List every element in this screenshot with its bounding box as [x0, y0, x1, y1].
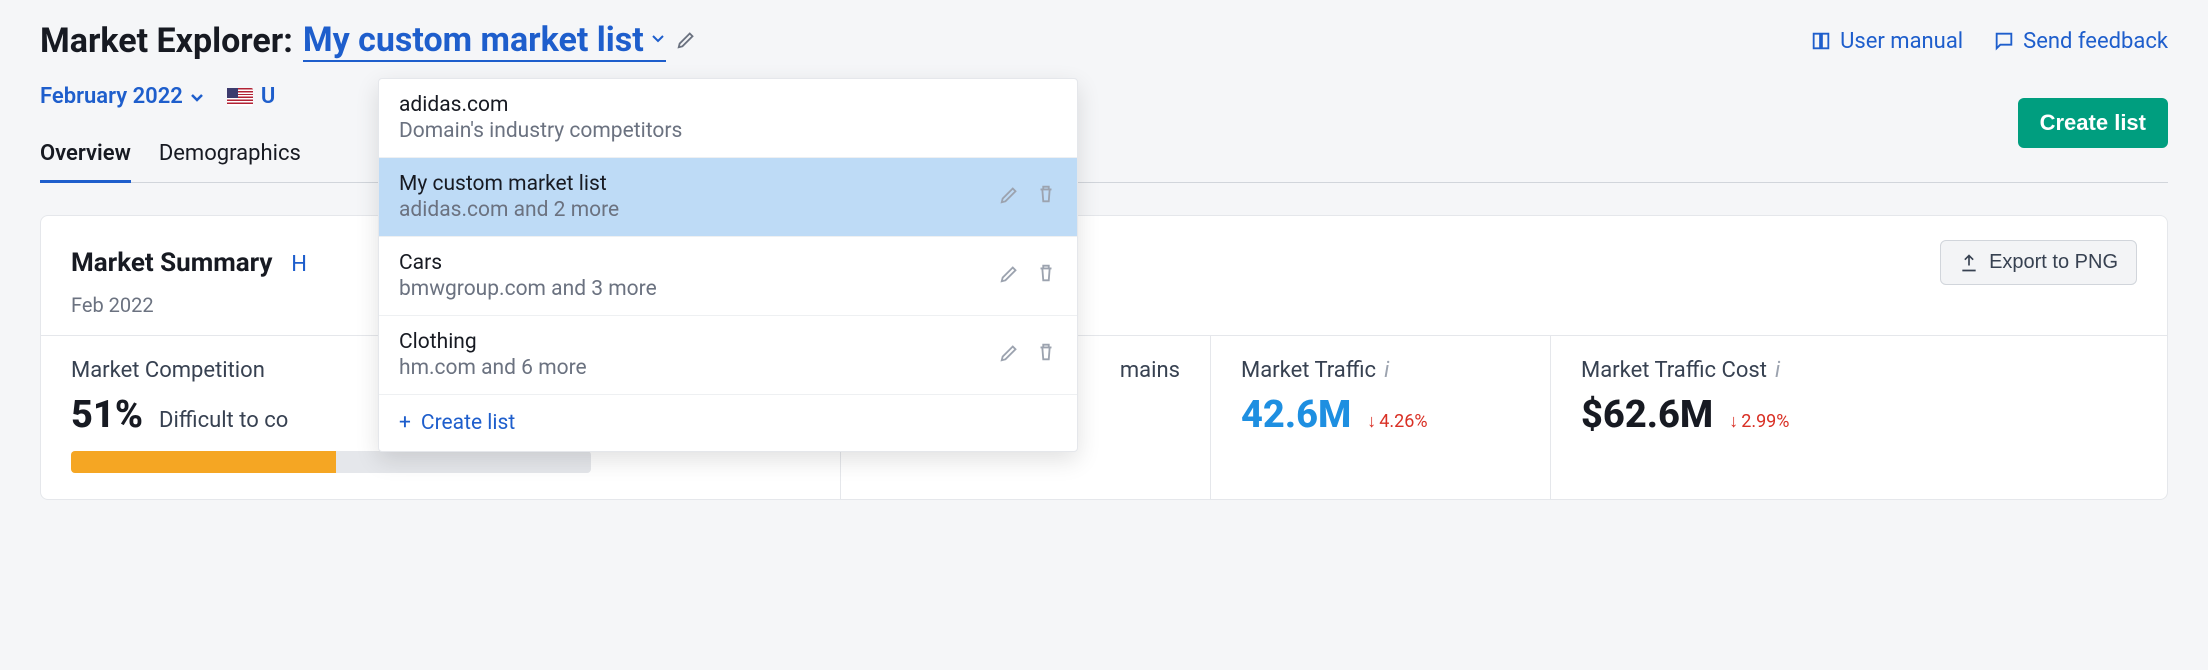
- metric-traffic-delta: ↓ 4.26%: [1367, 411, 1427, 432]
- page-header: Market Explorer: My custom market list U…: [40, 20, 2168, 62]
- metric-traffic-cost-label: Market Traffic Cost: [1581, 358, 1767, 383]
- chevron-down-icon: [650, 30, 666, 51]
- dropdown-item-sub: bmwgroup.com and 3 more: [399, 277, 999, 301]
- create-list-button[interactable]: Create list: [2018, 98, 2168, 148]
- market-list-label: My custom market list: [303, 20, 644, 60]
- header-right: User manual Send feedback: [1810, 29, 2168, 54]
- header-left: Market Explorer: My custom market list: [40, 20, 698, 62]
- date-picker[interactable]: February 2022: [40, 84, 205, 109]
- plus-icon: +: [399, 411, 411, 435]
- country-label: U: [261, 84, 275, 109]
- market-list-dropdown: adidas.com Domain's industry competitors…: [378, 78, 1078, 452]
- user-manual-link[interactable]: User manual: [1810, 29, 1963, 54]
- country-picker[interactable]: U: [227, 84, 275, 109]
- dropdown-item-title: Cars: [399, 251, 999, 275]
- metrics-row: Market Competition 51% Difficult to co m…: [41, 335, 2167, 499]
- delete-icon[interactable]: [1035, 183, 1057, 211]
- edit-market-list-icon[interactable]: [676, 28, 698, 55]
- tab-overview[interactable]: Overview: [40, 141, 131, 183]
- metric-traffic-cost: Market Traffic Cost i $62.6M ↓ 2.99%: [1551, 336, 2167, 499]
- chevron-down-icon: [189, 89, 205, 105]
- send-feedback-link[interactable]: Send feedback: [1993, 29, 2168, 54]
- card-header: Market Summary H Export to PNG: [41, 216, 2167, 293]
- dropdown-item-my-custom[interactable]: My custom market list adidas.com and 2 m…: [379, 158, 1077, 237]
- export-label: Export to PNG: [1989, 251, 2118, 274]
- dropdown-item-title: My custom market list: [399, 172, 999, 196]
- delete-icon[interactable]: [1035, 262, 1057, 290]
- dropdown-item-clothing[interactable]: Clothing hm.com and 6 more: [379, 316, 1077, 395]
- us-flag-icon: [227, 88, 253, 106]
- arrow-down-icon: ↓: [1729, 411, 1738, 432]
- dropdown-create-label: Create list: [421, 411, 515, 435]
- filter-row: February 2022 U: [40, 84, 2168, 109]
- page-title: Market Explorer:: [40, 21, 293, 61]
- card-title-wrap: Market Summary H: [71, 248, 307, 278]
- metric-traffic: Market Traffic i 42.6M ↓ 4.26%: [1211, 336, 1551, 499]
- dropdown-item-sub: hm.com and 6 more: [399, 356, 999, 380]
- info-icon[interactable]: i: [1775, 358, 1780, 383]
- market-summary-card: Market Summary H Export to PNG Feb 2022 …: [40, 215, 2168, 500]
- send-feedback-label: Send feedback: [2023, 29, 2168, 54]
- metric-traffic-value: 42.6M: [1241, 393, 1351, 437]
- tabs: Overview Demographics: [40, 141, 2168, 183]
- metric-domains-label-fragment: mains: [1120, 358, 1180, 383]
- dropdown-item-title: adidas.com: [399, 93, 1057, 117]
- upload-icon: [1959, 253, 1979, 273]
- competition-progress-bar: [71, 451, 591, 473]
- edit-icon[interactable]: [999, 341, 1021, 369]
- dropdown-item-title: Clothing: [399, 330, 999, 354]
- metric-traffic-cost-delta: ↓ 2.99%: [1729, 411, 1789, 432]
- dropdown-create-list[interactable]: + Create list: [379, 395, 1077, 451]
- metric-traffic-cost-value: $62.6M: [1581, 393, 1713, 437]
- dropdown-item-adidas[interactable]: adidas.com Domain's industry competitors: [379, 79, 1077, 158]
- card-title: Market Summary: [71, 248, 273, 278]
- metric-traffic-label: Market Traffic: [1241, 358, 1376, 383]
- market-list-dropdown-trigger[interactable]: My custom market list: [303, 20, 666, 62]
- user-manual-label: User manual: [1840, 29, 1963, 54]
- export-to-png-button[interactable]: Export to PNG: [1940, 240, 2137, 285]
- competition-progress-fill: [71, 451, 336, 473]
- metric-competition-desc: Difficult to co: [159, 408, 288, 433]
- edit-icon[interactable]: [999, 262, 1021, 290]
- tab-demographics[interactable]: Demographics: [159, 141, 301, 182]
- dropdown-item-sub: Domain's industry competitors: [399, 119, 1057, 143]
- info-icon[interactable]: i: [1384, 358, 1389, 383]
- edit-icon[interactable]: [999, 183, 1021, 211]
- delete-icon[interactable]: [1035, 341, 1057, 369]
- arrow-down-icon: ↓: [1367, 411, 1376, 432]
- card-subtitle: Feb 2022: [41, 293, 2167, 335]
- metric-competition-value: 51%: [71, 393, 143, 437]
- date-label: February 2022: [40, 84, 183, 109]
- dropdown-item-cars[interactable]: Cars bmwgroup.com and 3 more: [379, 237, 1077, 316]
- dropdown-item-sub: adidas.com and 2 more: [399, 198, 999, 222]
- card-header-partial[interactable]: H: [291, 252, 307, 277]
